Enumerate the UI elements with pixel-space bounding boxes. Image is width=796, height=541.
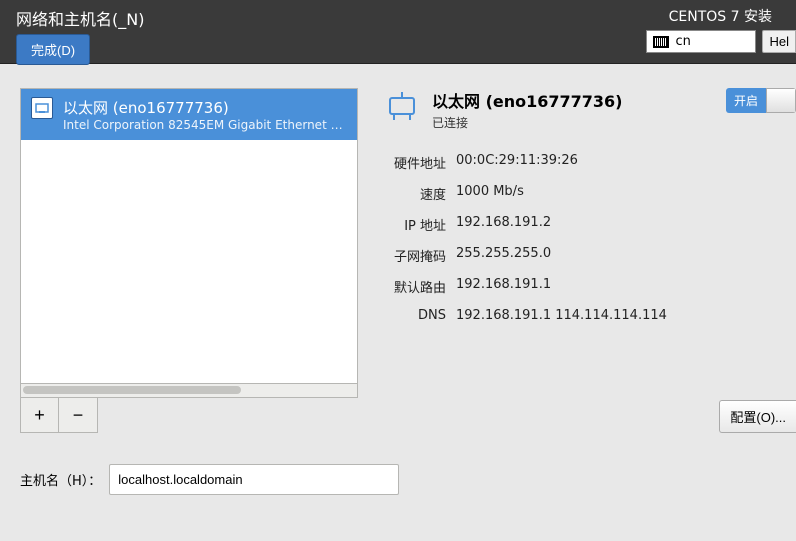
header-bar: 网络和主机名(_N) 完成(D) CENTOS 7 安装 cn Hel [0,0,796,64]
keyboard-icon [653,36,669,48]
nic-detail-panel: 以太网 (eno16777736) 已连接 开启 硬件地址 00:0C:29:1… [370,88,796,433]
header-right: CENTOS 7 安装 cn Hel [646,6,796,63]
toggle-knob [766,88,796,113]
nic-panel: 以太网 (eno16777736) Intel Corporation 8254… [20,88,358,433]
hw-address-value: 00:0C:29:11:39:26 [456,153,796,172]
done-button[interactable]: 完成(D) [16,34,90,65]
hw-address-label: 硬件地址 [384,153,446,172]
keyboard-layout-text: cn [675,34,690,49]
add-nic-button[interactable]: + [21,398,59,432]
configure-button[interactable]: 配置(O)... [719,400,796,433]
nic-title: 以太网 (eno16777736) [432,88,714,112]
nic-name: 以太网 (eno16777736) [63,97,347,118]
connection-toggle[interactable]: 开启 [726,88,796,113]
nic-list[interactable]: 以太网 (eno16777736) Intel Corporation 8254… [20,88,358,384]
nic-text: 以太网 (eno16777736) Intel Corporation 8254… [63,97,347,132]
ethernet-icon [31,97,53,119]
header-right-bottom: cn Hel [646,30,796,53]
nic-list-item[interactable]: 以太网 (eno16777736) Intel Corporation 8254… [21,89,357,140]
ip-value: 192.168.191.2 [456,215,796,234]
hostname-label: 主机名（H）： [20,470,101,489]
toggle-on-label: 开启 [726,88,766,113]
nic-description: Intel Corporation 82545EM Gigabit Ethern… [63,118,347,132]
page-title: 网络和主机名(_N) [16,6,144,30]
scrollbar-thumb[interactable] [23,386,241,394]
dns-value: 192.168.191.1 114.114.114.114 [456,308,796,323]
header-left: 网络和主机名(_N) 完成(D) [16,6,144,63]
speed-value: 1000 Mb/s [456,184,796,203]
gateway-label: 默认路由 [384,277,446,296]
hostname-row: 主机名（H）： [20,464,399,495]
hostname-input[interactable] [109,464,399,495]
mask-value: 255.255.255.0 [456,246,796,265]
installer-label: CENTOS 7 安装 [669,6,772,26]
remove-nic-button[interactable]: − [59,398,97,432]
ip-label: IP 地址 [384,215,446,234]
speed-label: 速度 [384,184,446,203]
horizontal-scrollbar[interactable] [20,384,358,398]
help-button[interactable]: Hel [762,30,796,53]
add-remove-toolbar: + − [20,398,98,433]
gateway-value: 192.168.191.1 [456,277,796,296]
ethernet-big-icon [384,88,420,124]
nic-status: 已连接 [432,114,714,131]
keyboard-indicator[interactable]: cn [646,30,756,53]
mask-label: 子网掩码 [384,246,446,265]
nic-title-block: 以太网 (eno16777736) 已连接 [432,88,714,131]
dns-label: DNS [384,308,446,323]
nic-details-grid: 硬件地址 00:0C:29:11:39:26 速度 1000 Mb/s IP 地… [384,153,796,323]
